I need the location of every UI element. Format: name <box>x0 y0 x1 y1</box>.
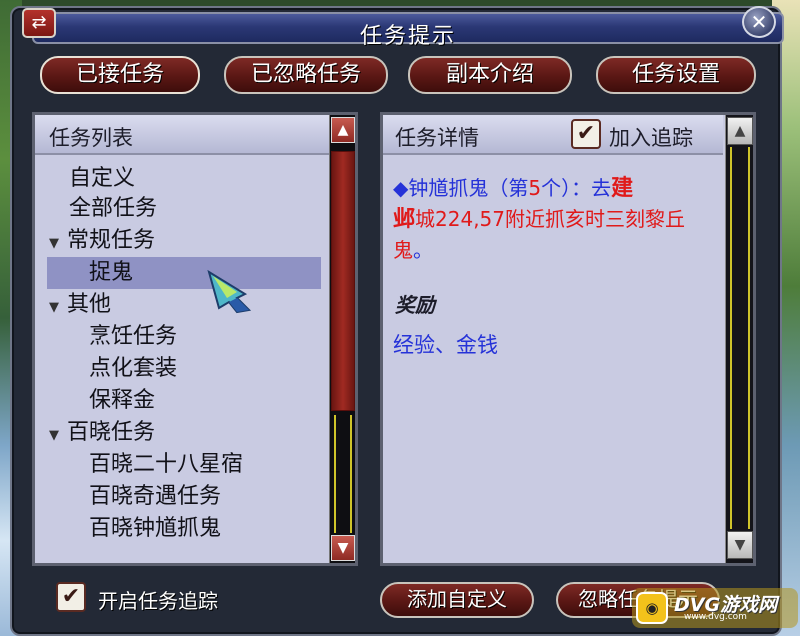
desc-part2: 个）：去 <box>541 176 612 200</box>
menu-toggle-icon[interactable]: ⇄ <box>22 8 56 38</box>
scroll-down-icon[interactable]: ▼ <box>727 531 753 559</box>
desc-part1: 钟馗抓鬼（第 <box>408 176 529 200</box>
tree-item-ghost-catching[interactable]: 捉鬼 <box>89 257 133 289</box>
gamepad-logo-icon: ◉ <box>636 592 668 624</box>
title-bar[interactable]: 任务提示 <box>32 12 784 49</box>
scroll-down-icon[interactable]: ▼ <box>331 535 355 561</box>
task-description: ◆钟馗抓鬼（第5个）：去建 邺城224,57附近抓亥时三刻黎丘鬼。 <box>393 173 719 265</box>
tab-accepted-tasks[interactable]: 已接任务 <box>40 56 200 94</box>
add-tracking-checkbox[interactable]: ✔ <box>571 119 601 149</box>
task-list-header: 任务列表 <box>35 115 329 155</box>
tab-instance-intro[interactable]: 副本介绍 <box>408 56 572 94</box>
tree-item-baixiao-tasks[interactable]: ▼ 百晓任务 <box>49 417 155 449</box>
scroll-track <box>334 415 352 533</box>
task-detail-title: 任务详情 <box>395 126 479 150</box>
caret-down-icon: ▼ <box>49 428 59 443</box>
tab-ignored-tasks[interactable]: 已忽略任务 <box>224 56 388 94</box>
desc-part3: 城224,57附近抓 <box>415 207 565 231</box>
task-list-panel: 任务列表 自定义 全部任务 ▼ 常规任务 捉鬼 ▼ 其他 烹饪任务 点化套装 保释金… <box>32 112 358 566</box>
bullet-diamond-icon: ◆ <box>393 176 409 200</box>
task-list-scrollbar[interactable]: ▲ ▼ <box>329 115 355 563</box>
desc-end: 。 <box>413 238 433 262</box>
reward-text: 经验、金钱 <box>393 333 498 357</box>
desc-place2: 邺 <box>393 207 416 232</box>
close-button[interactable]: ✕ <box>742 6 776 38</box>
task-detail-scrollbar[interactable]: ▲ ▼ <box>725 115 753 563</box>
add-tracking-label: 加入追踪 <box>609 126 693 150</box>
scroll-up-icon[interactable]: ▲ <box>331 117 355 143</box>
tree-item-label: 其他 <box>67 292 112 317</box>
window-title: 任务提示 <box>359 24 456 49</box>
tree-item-baixiao-adventure[interactable]: 百晓奇遇任务 <box>89 481 221 513</box>
caret-down-icon: ▼ <box>49 300 59 315</box>
tree-item-cooking[interactable]: 烹饪任务 <box>89 321 177 353</box>
mouse-cursor-icon <box>207 269 252 314</box>
tab-task-settings[interactable]: 任务设置 <box>596 56 756 94</box>
tree-item-bail[interactable]: 保释金 <box>89 385 155 417</box>
tree-item-label: 百晓任务 <box>67 420 156 445</box>
scroll-track <box>730 147 750 529</box>
enable-tracking-checkbox[interactable]: ✔ <box>56 582 86 612</box>
reward-title: 奖励 <box>395 293 435 317</box>
tree-item-regular-tasks[interactable]: ▼ 常规任务 <box>49 225 155 257</box>
tree-item-custom[interactable]: 自定义 <box>69 163 135 195</box>
tree-item-other[interactable]: ▼ 其他 <box>49 289 111 321</box>
caret-down-icon: ▼ <box>49 236 59 251</box>
tree-item-label: 常规任务 <box>67 228 156 253</box>
desc-place1: 建 <box>611 176 634 201</box>
enable-tracking-label: 开启任务追踪 <box>98 589 218 613</box>
add-custom-button[interactable]: 添加自定义 <box>380 582 534 618</box>
tree-item-dianhua-set[interactable]: 点化套装 <box>89 353 177 385</box>
task-detail-panel: 任务详情 ✔ 加入追踪 ◆钟馗抓鬼（第5个）：去建 邺城224,57附近抓亥时三刻… <box>380 112 756 566</box>
tree-item-baixiao-zhongkui[interactable]: 百晓钟馗抓鬼 <box>89 513 221 545</box>
site-watermark: ◉ DVG游戏网 www.dvg.com <box>632 588 798 628</box>
desc-count: 5 <box>528 176 542 200</box>
scroll-thumb[interactable] <box>331 151 355 411</box>
tree-item-baixiao-28-mansions[interactable]: 百晓二十八星宿 <box>89 449 243 481</box>
watermark-sub: www.dvg.com <box>684 612 747 622</box>
scroll-up-icon[interactable]: ▲ <box>727 117 753 145</box>
tree-item-all-tasks[interactable]: 全部任务 <box>69 193 157 225</box>
